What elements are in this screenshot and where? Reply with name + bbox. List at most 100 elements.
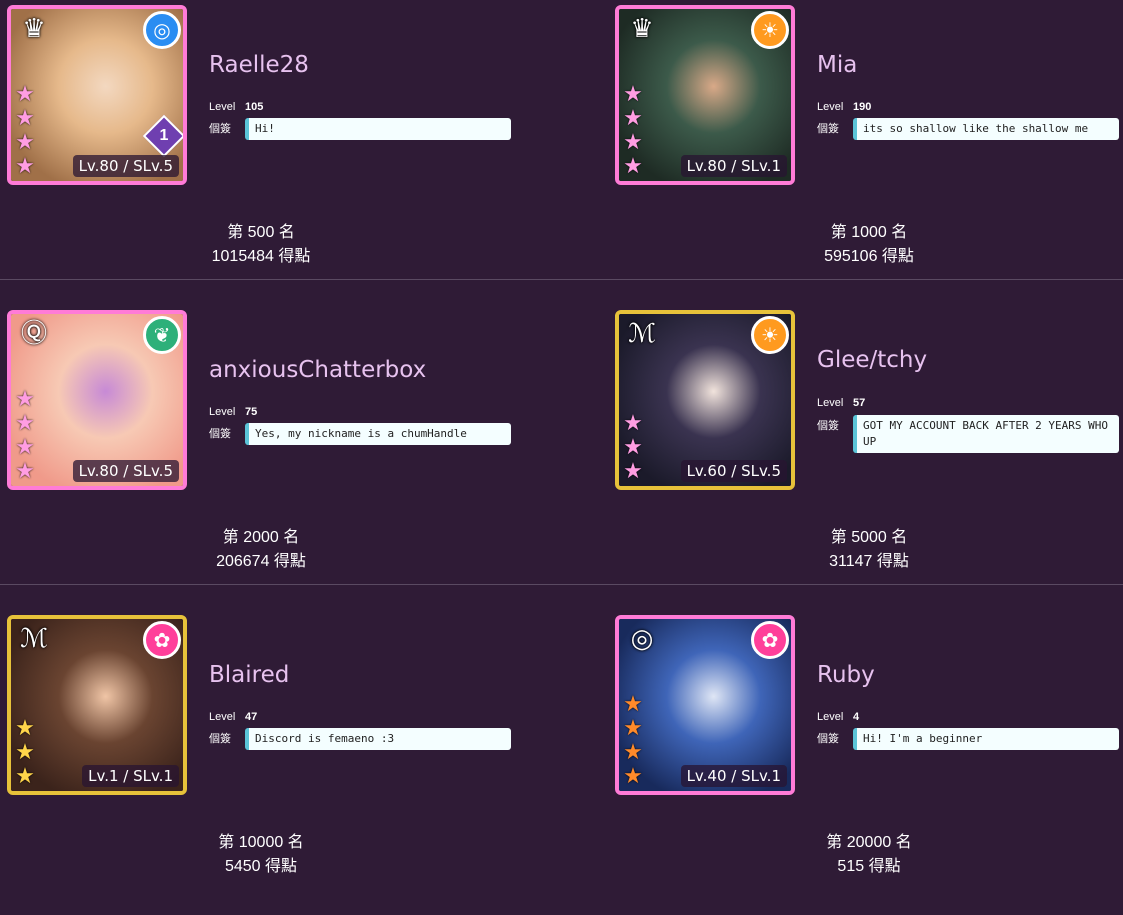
star-icon: ★ <box>15 387 35 412</box>
star-icon: ★ <box>623 130 643 155</box>
player-entry: ♛ ☀ ★ ★ ★ ★ Lv.80 / SLv.1 Mia Level 190 個簽 its so s… <box>608 0 1123 305</box>
card-level-label: Lv.80 / SLv.1 <box>680 155 787 177</box>
level-value: 75 <box>245 406 258 418</box>
player-name[interactable]: Blaired <box>209 662 289 688</box>
card-level-label: Lv.1 / SLv.1 <box>82 765 179 787</box>
band-logo-icon: ◎ <box>630 624 654 654</box>
player-entry: ℳ ☀ ★ ★ ★ Lv.60 / SLv.5 Glee/tchy Level 57 個簽 GOT … <box>608 305 1123 610</box>
signature-text: Yes, my nickname is a chumHandle <box>245 423 511 445</box>
level-row: Level 75 <box>209 406 257 418</box>
level-value: 47 <box>245 711 258 723</box>
signature-row: 個簽 Hi! <box>209 118 511 140</box>
powerful-icon: ✿ <box>751 621 789 659</box>
player-entry: Ⓠ ❦ ★ ★ ★ ★ Lv.80 / SLv.5 anxiousChatterbox Leve… <box>0 305 560 610</box>
signature-label: 個簽 <box>817 420 839 432</box>
player-name[interactable]: Raelle28 <box>209 52 309 78</box>
signature-row: 個簽 its so shallow like the shallow me <box>817 118 1119 140</box>
signature-row: 個簽 Yes, my nickname is a chumHandle <box>209 423 511 445</box>
level-value: 190 <box>853 101 872 113</box>
points-text: 5450 得點 <box>224 858 298 875</box>
rarity-stars: ★ ★ ★ <box>621 412 647 484</box>
crown-icon: ♛ <box>22 14 46 44</box>
signature-text: Discord is femaeno :3 <box>245 728 511 750</box>
member-card[interactable]: ♛ ☀ ★ ★ ★ ★ Lv.80 / SLv.1 <box>615 5 795 185</box>
level-value: 57 <box>853 397 866 409</box>
card-level-label: Lv.60 / SLv.5 <box>680 460 787 482</box>
member-card[interactable]: ♛ ◎ ★ ★ ★ ★ 1 Lv.80 / SLv.5 <box>7 5 187 185</box>
star-icon: ★ <box>15 411 35 436</box>
band-logo-icon: ℳ <box>628 319 656 349</box>
card-level-label: Lv.80 / SLv.5 <box>72 460 179 482</box>
rarity-stars: ★ ★ ★ ★ <box>13 388 39 484</box>
level-row: Level 47 <box>209 711 257 723</box>
level-label: Level <box>817 101 844 113</box>
star-icon: ★ <box>15 740 35 765</box>
member-card[interactable]: ◎ ✿ ★ ★ ★ ★ Lv.40 / SLv.1 <box>615 615 795 795</box>
happy-icon: ☀ <box>751 11 789 49</box>
signature-text: GOT MY ACCOUNT BACK AFTER 2 YEARS WHO UP <box>853 415 1119 453</box>
member-card[interactable]: Ⓠ ❦ ★ ★ ★ ★ Lv.80 / SLv.5 <box>7 310 187 490</box>
level-row: Level 57 <box>817 397 865 409</box>
card-level-label: Lv.80 / SLv.5 <box>72 155 179 177</box>
signature-label: 個簽 <box>817 733 839 745</box>
signature-text: Hi! I'm a beginner <box>853 728 1119 750</box>
level-row: Level 105 <box>209 101 263 113</box>
level-label: Level <box>209 711 236 723</box>
crown-icon: ♛ <box>630 14 654 44</box>
star-icon: ★ <box>623 411 643 436</box>
signature-text: Hi! <box>245 118 511 140</box>
level-label: Level <box>817 711 844 723</box>
rank-text: 第 500 名 <box>227 224 295 241</box>
points-text: 31147 得點 <box>829 553 909 570</box>
star-icon: ★ <box>15 106 35 131</box>
card-level-label: Lv.40 / SLv.1 <box>680 765 787 787</box>
band-logo-icon: ℳ <box>20 624 48 654</box>
leaderboard-row: ℳ ✿ ★ ★ ★ Lv.1 / SLv.1 Blaired Level 47 個簽 Discord… <box>0 610 1123 915</box>
signature-text: its so shallow like the shallow me <box>853 118 1119 140</box>
cool-icon: ◎ <box>143 11 181 49</box>
rarity-stars: ★ ★ ★ ★ <box>13 83 39 179</box>
star-icon: ★ <box>15 764 35 789</box>
star-icon: ★ <box>623 154 643 179</box>
rarity-stars: ★ ★ ★ ★ <box>621 83 647 179</box>
points-text: 1015484 得點 <box>211 248 311 265</box>
player-name[interactable]: Glee/tchy <box>817 347 927 373</box>
player-entry: ℳ ✿ ★ ★ ★ Lv.1 / SLv.1 Blaired Level 47 個簽 Discord… <box>0 610 560 915</box>
powerful-icon: ✿ <box>143 621 181 659</box>
member-card[interactable]: ℳ ✿ ★ ★ ★ Lv.1 / SLv.1 <box>7 615 187 795</box>
star-icon: ★ <box>623 740 643 765</box>
star-icon: ★ <box>15 82 35 107</box>
signature-row: 個簽 Discord is femaeno :3 <box>209 728 511 750</box>
player-name[interactable]: anxiousChatterbox <box>209 357 426 383</box>
rank-text: 第 5000 名 <box>830 529 908 546</box>
pure-icon: ❦ <box>143 316 181 354</box>
player-name[interactable]: Mia <box>817 52 857 78</box>
level-row: Level 4 <box>817 711 859 723</box>
signature-label: 個簽 <box>209 123 231 135</box>
level-value: 105 <box>245 101 264 113</box>
level-label: Level <box>817 397 844 409</box>
rank-text: 第 1000 名 <box>830 224 908 241</box>
training-badge-text: 1 <box>159 127 169 144</box>
signature-label: 個簽 <box>817 123 839 135</box>
rarity-stars: ★ ★ ★ ★ <box>621 693 647 789</box>
level-label: Level <box>209 101 236 113</box>
player-name[interactable]: Ruby <box>817 662 875 688</box>
star-icon: ★ <box>15 435 35 460</box>
star-icon: ★ <box>623 82 643 107</box>
player-entry: ◎ ✿ ★ ★ ★ ★ Lv.40 / SLv.1 Ruby Level 4 個簽 Hi! I'm a… <box>608 610 1123 915</box>
band-logo-icon: Ⓠ <box>20 319 47 349</box>
rank-text: 第 2000 名 <box>222 529 300 546</box>
star-icon: ★ <box>623 459 643 484</box>
star-icon: ★ <box>623 692 643 717</box>
row-divider <box>0 279 1123 280</box>
player-entry: ♛ ◎ ★ ★ ★ ★ 1 Lv.80 / SLv.5 Raelle28 Level 105 個簽 Hi… <box>0 0 560 305</box>
points-text: 515 得點 <box>837 858 901 875</box>
rank-text: 第 20000 名 <box>826 834 912 851</box>
member-card[interactable]: ℳ ☀ ★ ★ ★ Lv.60 / SLv.5 <box>615 310 795 490</box>
happy-icon: ☀ <box>751 316 789 354</box>
signature-label: 個簽 <box>209 733 231 745</box>
row-divider <box>0 584 1123 585</box>
star-icon: ★ <box>15 130 35 155</box>
star-icon: ★ <box>15 154 35 179</box>
